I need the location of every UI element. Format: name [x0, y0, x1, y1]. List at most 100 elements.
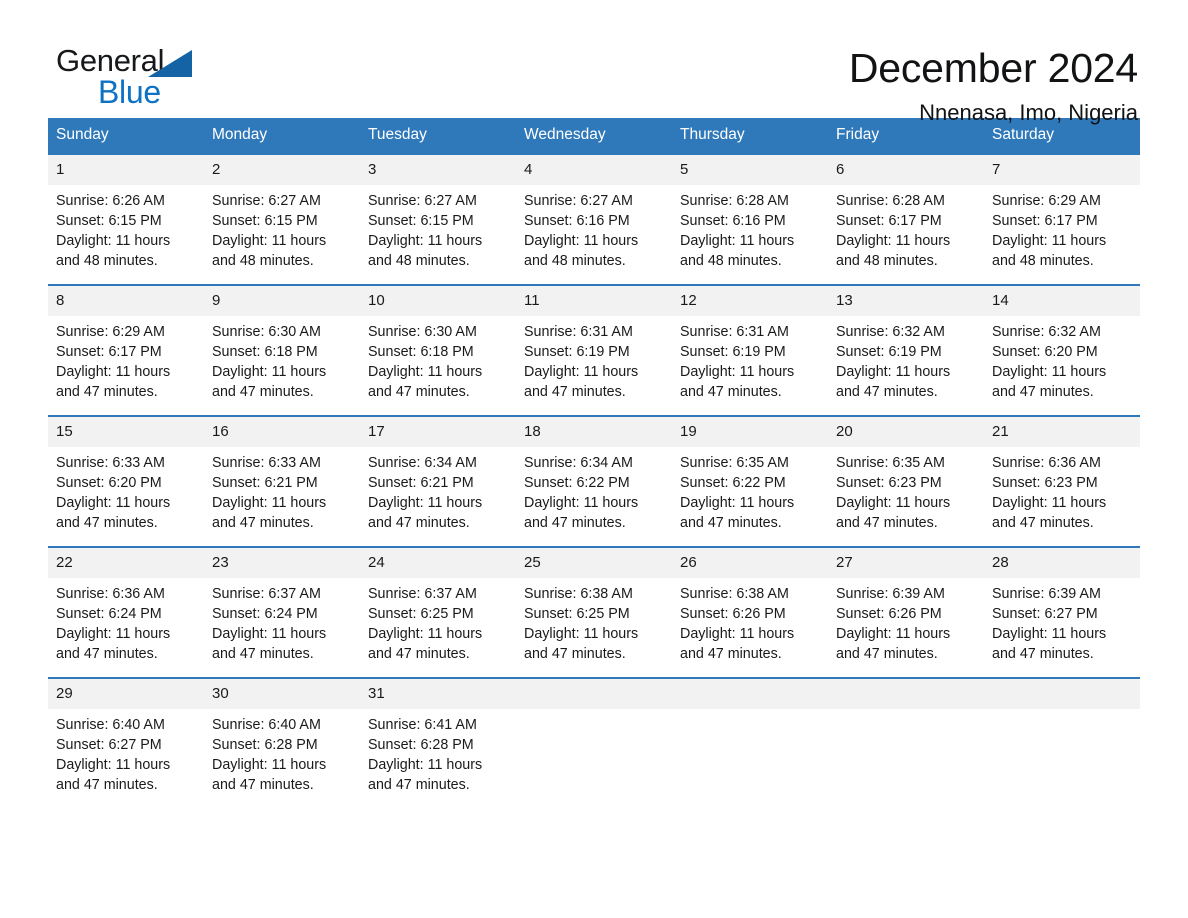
day-number: 4: [516, 155, 672, 185]
day-cell[interactable]: 21 Sunrise: 6:36 AM Sunset: 6:23 PM Dayligh…: [984, 417, 1140, 535]
day-cell[interactable]: 26 Sunrise: 6:38 AM Sunset: 6:26 PM Dayligh…: [672, 548, 828, 666]
sunrise-text: Sunrise: 6:41 AM: [368, 717, 477, 733]
day-details: Sunrise: 6:33 AM Sunset: 6:21 PM Daylight:…: [204, 447, 360, 533]
logo-text-blue: Blue: [98, 74, 161, 110]
day-details: Sunrise: 6:32 AM Sunset: 6:20 PM Daylight:…: [984, 316, 1140, 402]
day-cell-empty: [672, 679, 828, 797]
day-cell[interactable]: 29 Sunrise: 6:40 AM Sunset: 6:27 PM Dayligh…: [48, 679, 204, 797]
sunrise-text: Sunrise: 6:32 AM: [992, 324, 1101, 340]
day-details: Sunrise: 6:37 AM Sunset: 6:25 PM Daylight:…: [360, 578, 516, 664]
sunrise-text: Sunrise: 6:27 AM: [524, 193, 633, 209]
sunrise-text: Sunrise: 6:31 AM: [524, 324, 633, 340]
sunrise-text: Sunrise: 6:33 AM: [212, 455, 321, 471]
calendar-week-row: 15 Sunrise: 6:33 AM Sunset: 6:20 PM Dayligh…: [48, 415, 1140, 535]
day-details: Sunrise: 6:26 AM Sunset: 6:15 PM Daylight:…: [48, 185, 204, 271]
day-details: Sunrise: 6:34 AM Sunset: 6:22 PM Daylight:…: [516, 447, 672, 533]
sunset-text: Sunset: 6:19 PM: [836, 344, 942, 360]
day-cell[interactable]: 27 Sunrise: 6:39 AM Sunset: 6:26 PM Dayligh…: [828, 548, 984, 666]
day-number: 31: [360, 679, 516, 709]
page-header: General Blue December 2024 Nnenasa, Imo,…: [48, 0, 1140, 126]
day-cell[interactable]: 3 Sunrise: 6:27 AM Sunset: 6:15 PM Daylight…: [360, 155, 516, 273]
general-blue-logo[interactable]: General Blue: [56, 44, 206, 110]
day-cell[interactable]: 20 Sunrise: 6:35 AM Sunset: 6:23 PM Dayligh…: [828, 417, 984, 535]
page-title: December 2024: [848, 45, 1138, 91]
sunset-text: Sunset: 6:27 PM: [992, 606, 1098, 622]
day-number: 28: [984, 548, 1140, 578]
day-cell[interactable]: 13 Sunrise: 6:32 AM Sunset: 6:19 PM Dayligh…: [828, 286, 984, 404]
weekday-header-monday: Monday: [212, 126, 268, 143]
daylight-text: Daylight: 11 hours and 47 minutes.: [212, 495, 327, 531]
sunrise-text: Sunrise: 6:28 AM: [680, 193, 789, 209]
daylight-text: Daylight: 11 hours and 47 minutes.: [368, 364, 483, 400]
sunrise-text: Sunrise: 6:29 AM: [992, 193, 1101, 209]
day-number: 24: [360, 548, 516, 578]
logo-triangle-icon: [148, 50, 192, 77]
sunset-text: Sunset: 6:15 PM: [212, 213, 318, 229]
daylight-text: Daylight: 11 hours and 48 minutes.: [524, 233, 639, 269]
day-cell[interactable]: 30 Sunrise: 6:40 AM Sunset: 6:28 PM Dayligh…: [204, 679, 360, 797]
day-cell[interactable]: 28 Sunrise: 6:39 AM Sunset: 6:27 PM Dayligh…: [984, 548, 1140, 666]
day-cell[interactable]: 25 Sunrise: 6:38 AM Sunset: 6:25 PM Dayligh…: [516, 548, 672, 666]
day-cell[interactable]: 19 Sunrise: 6:35 AM Sunset: 6:22 PM Dayligh…: [672, 417, 828, 535]
daylight-text: Daylight: 11 hours and 47 minutes.: [524, 495, 639, 531]
day-details: Sunrise: 6:40 AM Sunset: 6:27 PM Daylight:…: [48, 709, 204, 795]
day-cell[interactable]: 18 Sunrise: 6:34 AM Sunset: 6:22 PM Dayligh…: [516, 417, 672, 535]
day-cell[interactable]: 2 Sunrise: 6:27 AM Sunset: 6:15 PM Daylight…: [204, 155, 360, 273]
day-number: 2: [204, 155, 360, 185]
day-cell[interactable]: 8 Sunrise: 6:29 AM Sunset: 6:17 PM Daylight…: [48, 286, 204, 404]
day-details: Sunrise: 6:36 AM Sunset: 6:24 PM Daylight:…: [48, 578, 204, 664]
sunset-text: Sunset: 6:18 PM: [368, 344, 474, 360]
sunrise-text: Sunrise: 6:39 AM: [836, 586, 945, 602]
day-details: Sunrise: 6:32 AM Sunset: 6:19 PM Daylight:…: [828, 316, 984, 402]
sunset-text: Sunset: 6:23 PM: [992, 475, 1098, 491]
day-cell[interactable]: 23 Sunrise: 6:37 AM Sunset: 6:24 PM Dayligh…: [204, 548, 360, 666]
sunset-text: Sunset: 6:17 PM: [56, 344, 162, 360]
sunset-text: Sunset: 6:21 PM: [368, 475, 474, 491]
sunset-text: Sunset: 6:17 PM: [836, 213, 942, 229]
day-cell[interactable]: 10 Sunrise: 6:30 AM Sunset: 6:18 PM Dayligh…: [360, 286, 516, 404]
daylight-text: Daylight: 11 hours and 47 minutes.: [524, 364, 639, 400]
sunset-text: Sunset: 6:26 PM: [836, 606, 942, 622]
day-number: 29: [48, 679, 204, 709]
day-cell[interactable]: 15 Sunrise: 6:33 AM Sunset: 6:20 PM Dayligh…: [48, 417, 204, 535]
calendar-week-row: 1 Sunrise: 6:26 AM Sunset: 6:15 PM Daylight…: [48, 153, 1140, 273]
sunset-text: Sunset: 6:25 PM: [524, 606, 630, 622]
sunrise-text: Sunrise: 6:34 AM: [524, 455, 633, 471]
day-cell[interactable]: 7 Sunrise: 6:29 AM Sunset: 6:17 PM Daylight…: [984, 155, 1140, 273]
weekday-header-row: Sunday Monday Tuesday Wednesday Thursday Frid…: [48, 118, 1140, 153]
day-details: Sunrise: 6:29 AM Sunset: 6:17 PM Daylight:…: [48, 316, 204, 402]
day-details: Sunrise: 6:28 AM Sunset: 6:16 PM Daylight:…: [672, 185, 828, 271]
day-cell[interactable]: 11 Sunrise: 6:31 AM Sunset: 6:19 PM Dayligh…: [516, 286, 672, 404]
day-number: 27: [828, 548, 984, 578]
sunset-text: Sunset: 6:24 PM: [212, 606, 318, 622]
day-details: Sunrise: 6:36 AM Sunset: 6:23 PM Daylight:…: [984, 447, 1140, 533]
daylight-text: Daylight: 11 hours and 47 minutes.: [212, 364, 327, 400]
day-cell[interactable]: 14 Sunrise: 6:32 AM Sunset: 6:20 PM Dayligh…: [984, 286, 1140, 404]
weekday-header-tuesday: Tuesday: [368, 126, 427, 143]
day-number: 30: [204, 679, 360, 709]
calendar-grid: Sunday Monday Tuesday Wednesday Thursday Frid…: [48, 118, 1140, 797]
day-details: Sunrise: 6:30 AM Sunset: 6:18 PM Daylight:…: [360, 316, 516, 402]
day-cell[interactable]: 31 Sunrise: 6:41 AM Sunset: 6:28 PM Dayligh…: [360, 679, 516, 797]
day-cell[interactable]: 22 Sunrise: 6:36 AM Sunset: 6:24 PM Dayligh…: [48, 548, 204, 666]
day-details: Sunrise: 6:41 AM Sunset: 6:28 PM Daylight:…: [360, 709, 516, 795]
day-cell[interactable]: 12 Sunrise: 6:31 AM Sunset: 6:19 PM Dayligh…: [672, 286, 828, 404]
day-cell[interactable]: 1 Sunrise: 6:26 AM Sunset: 6:15 PM Daylight…: [48, 155, 204, 273]
day-number: 18: [516, 417, 672, 447]
day-cell[interactable]: 16 Sunrise: 6:33 AM Sunset: 6:21 PM Dayligh…: [204, 417, 360, 535]
day-details: Sunrise: 6:29 AM Sunset: 6:17 PM Daylight:…: [984, 185, 1140, 271]
day-cell[interactable]: 6 Sunrise: 6:28 AM Sunset: 6:17 PM Daylight…: [828, 155, 984, 273]
title-block: December 2024 Nnenasa, Imo, Nigeria: [849, 44, 1140, 128]
day-cell[interactable]: 9 Sunrise: 6:30 AM Sunset: 6:18 PM Daylight…: [204, 286, 360, 404]
day-number: [672, 679, 828, 709]
sunrise-text: Sunrise: 6:38 AM: [680, 586, 789, 602]
daylight-text: Daylight: 11 hours and 47 minutes.: [56, 364, 171, 400]
day-cell[interactable]: 4 Sunrise: 6:27 AM Sunset: 6:16 PM Daylight…: [516, 155, 672, 273]
day-number: 15: [48, 417, 204, 447]
day-details: Sunrise: 6:35 AM Sunset: 6:22 PM Daylight:…: [672, 447, 828, 533]
day-cell[interactable]: 24 Sunrise: 6:37 AM Sunset: 6:25 PM Dayligh…: [360, 548, 516, 666]
day-cell[interactable]: 17 Sunrise: 6:34 AM Sunset: 6:21 PM Dayligh…: [360, 417, 516, 535]
day-details: Sunrise: 6:28 AM Sunset: 6:17 PM Daylight:…: [828, 185, 984, 271]
day-cell[interactable]: 5 Sunrise: 6:28 AM Sunset: 6:16 PM Daylight…: [672, 155, 828, 273]
daylight-text: Daylight: 11 hours and 48 minutes.: [992, 233, 1107, 269]
